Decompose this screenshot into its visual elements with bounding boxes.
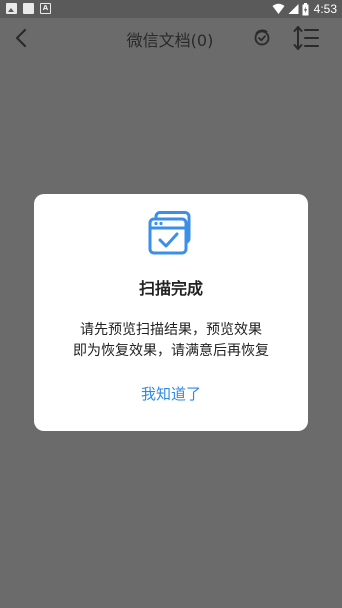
dialog-message: 请先预览扫描结果，预览效果 即为恢复效果，请满意后再恢复 (44, 320, 298, 362)
wifi-icon (272, 3, 285, 14)
status-left-icons: A (6, 3, 51, 14)
status-right-icons: 4:53 (272, 2, 337, 16)
back-button[interactable] (10, 26, 34, 50)
dialog-message-line: 即为恢复效果，请满意后再恢复 (73, 343, 269, 359)
nav-bar: 微信文档(0) (0, 18, 342, 58)
scan-complete-icon (147, 211, 195, 257)
status-bar: A 4:53 (0, 0, 342, 18)
chevron-left-icon (15, 28, 27, 48)
status-time: 4:53 (313, 2, 337, 16)
confirm-button[interactable]: 我知道了 (111, 382, 231, 406)
square-icon (23, 3, 34, 14)
sort-button[interactable] (292, 24, 320, 52)
a-box-icon: A (40, 3, 51, 14)
dialog-message-line: 请先预览扫描结果，预览效果 (80, 322, 262, 338)
photo-icon (6, 3, 17, 14)
deleted-check-icon (254, 29, 270, 46)
dialog-title: 扫描完成 (138, 279, 203, 298)
sort-icon (293, 26, 319, 50)
battery-icon (302, 2, 309, 15)
deleted-check-button[interactable] (252, 28, 272, 48)
page-title: 微信文档(0) (126, 31, 214, 50)
signal-icon (288, 4, 299, 14)
scan-complete-dialog: 扫描完成 请先预览扫描结果，预览效果 即为恢复效果，请满意后再恢复 我知道了 (34, 194, 308, 431)
